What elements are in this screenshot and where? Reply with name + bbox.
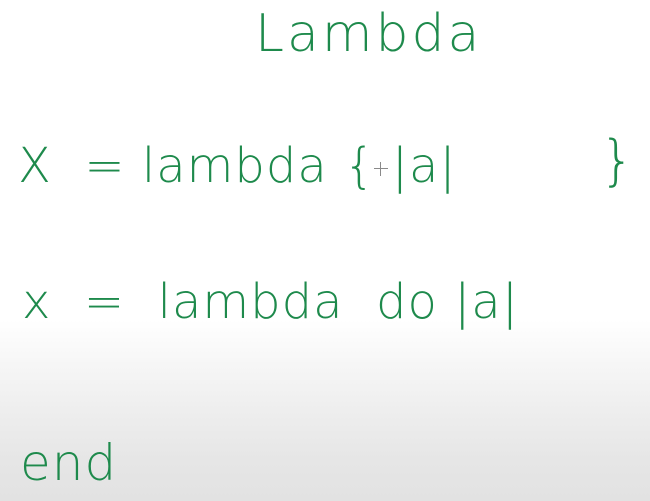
code-line-end: end <box>20 434 118 492</box>
heading-lambda: Lambda <box>255 4 483 64</box>
crosshair-cursor-icon <box>374 162 388 176</box>
closing-brace: } <box>600 129 636 192</box>
whiteboard-canvas: Lambda X = lambda { |a| } x = lambda do … <box>0 0 650 501</box>
code-line-brace-lambda: X = lambda { |a| <box>18 138 457 194</box>
code-line-do-lambda: x = lambda do |a| <box>22 274 519 330</box>
